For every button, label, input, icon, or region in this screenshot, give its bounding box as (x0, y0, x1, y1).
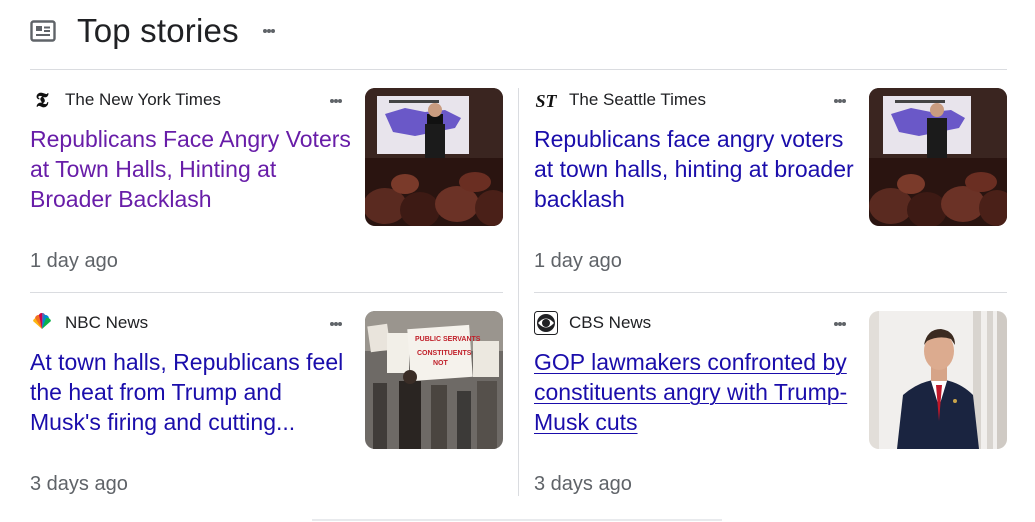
seattle-times-logo-icon: ST (534, 88, 558, 112)
section-title: Top stories (77, 12, 239, 49)
story-headline-link[interactable]: At town halls, Republicans feel the heat… (30, 347, 355, 437)
more-vert-icon[interactable] (830, 311, 850, 337)
more-vert-icon[interactable] (326, 311, 346, 337)
story-headline-link[interactable]: Republicans Face Angry Voters at Town Ha… (30, 124, 355, 214)
more-vert-icon[interactable] (259, 13, 279, 49)
story-thumbnail[interactable] (869, 311, 1007, 449)
story-card[interactable]: NBC News At town halls, Republicans feel… (30, 311, 508, 511)
story-thumbnail[interactable] (869, 88, 1007, 226)
source-name: CBS News (569, 313, 652, 332)
cbs-eye-logo-icon (534, 311, 558, 335)
nbc-peacock-logo-icon (30, 311, 54, 335)
story-headline-link[interactable]: Republicans face angry voters at town ha… (534, 124, 859, 214)
sign-text: PUBLIC SERVANTS (415, 336, 481, 343)
story-age: 1 day ago (30, 250, 118, 272)
divider (312, 519, 722, 521)
divider (534, 292, 1007, 293)
sign-text: CONSTITUENTS (417, 350, 472, 357)
source-name: The Seattle Times (569, 90, 707, 109)
story-source: NBC News (30, 311, 148, 335)
story-source: ST The Seattle Times (534, 88, 706, 112)
divider (30, 292, 503, 293)
story-source: CBS News (534, 311, 651, 335)
story-age: 3 days ago (30, 473, 128, 495)
newspaper-icon (30, 20, 56, 42)
source-name: The New York Times (65, 90, 221, 109)
nyt-logo-icon: 𝕿 (30, 88, 54, 112)
story-card[interactable]: 𝕿 The New York Times Republicans Face An… (30, 88, 508, 288)
story-age: 1 day ago (534, 250, 622, 272)
sign-text: NOT (433, 360, 449, 367)
more-vert-icon[interactable] (326, 88, 346, 114)
story-age: 3 days ago (534, 473, 632, 495)
story-thumbnail[interactable] (365, 88, 503, 226)
story-card[interactable]: CBS News GOP lawmakers confronted by con… (534, 311, 1012, 511)
story-headline-link[interactable]: GOP lawmakers confronted by constituents… (534, 347, 859, 437)
story-thumbnail[interactable]: PUBLIC SERVANTS CONSTITUENTS NOT (365, 311, 503, 449)
divider (30, 69, 1007, 70)
more-vert-icon[interactable] (830, 88, 850, 114)
source-name: NBC News (65, 313, 149, 332)
top-stories-header: Top stories (30, 8, 279, 54)
svg-text:ST: ST (535, 91, 557, 111)
story-card[interactable]: ST The Seattle Times Republicans face an… (534, 88, 1012, 288)
story-source: 𝕿 The New York Times (30, 88, 221, 112)
divider (518, 88, 519, 496)
svg-text:𝕿: 𝕿 (36, 88, 49, 112)
